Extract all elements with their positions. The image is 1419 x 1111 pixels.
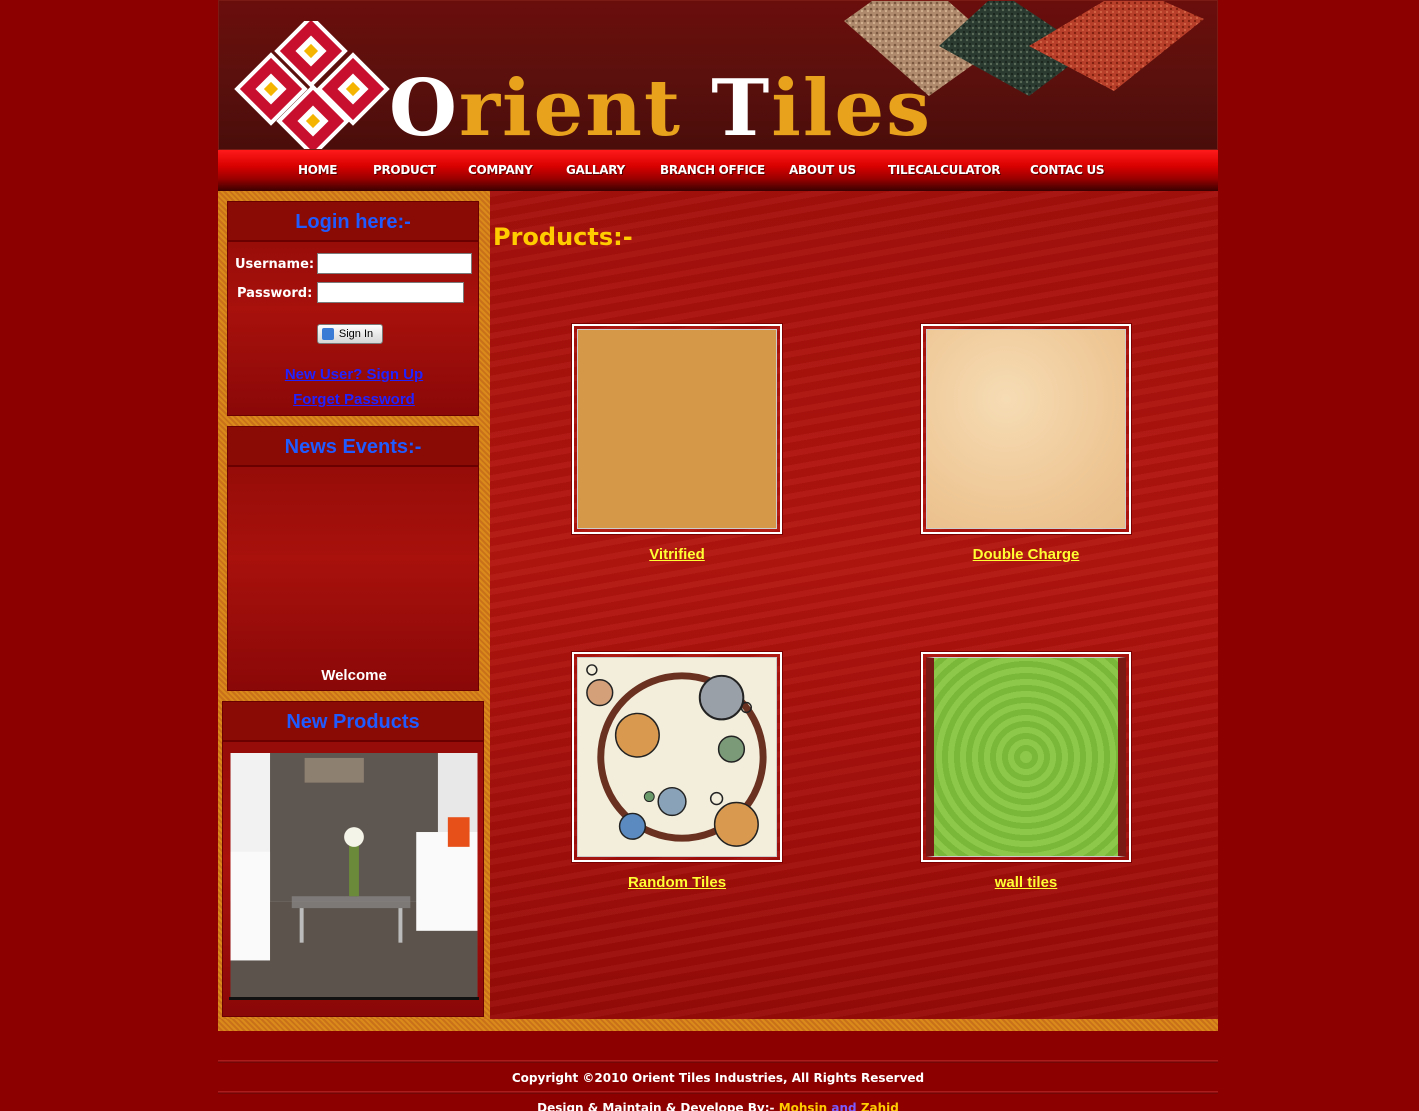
nav-gallary[interactable]: GALLARY [566,163,625,177]
logo-diamonds-icon [234,21,390,149]
new-products-panel: New Products [222,701,484,1017]
password-label: Password: [237,286,313,301]
news-panel: News Events:- Welcome [227,426,479,691]
product-tile-vitrified[interactable] [572,324,782,534]
brand-initial-2: T [711,63,772,150]
granite-swatches-image [844,1,1204,96]
login-title: Login here:- [228,202,478,242]
signup-link[interactable]: New User? Sign Up [228,366,480,383]
products-heading: Products:- [493,223,633,251]
nav-company[interactable]: COMPANY [468,163,533,177]
main-nav: HOME PRODUCT COMPANY GALLARY BRANCH OFFI… [218,150,1218,191]
footer-divider-top [218,1060,1218,1063]
username-label: Username: [235,257,315,272]
product-link-wall-tiles[interactable]: wall tiles [896,874,1156,891]
random-tiles-swatch [577,657,777,857]
footer-divider-bottom [218,1091,1218,1094]
sidebar: Login here:- Username: Password: Sign In… [218,191,490,1021]
nav-contact-us[interactable]: CONTAC US [1030,163,1105,177]
product-link-vitrified[interactable]: Vitrified [547,546,807,563]
design-prefix: Design & Maintain & Develope By:- [537,1101,775,1111]
new-product-room-image[interactable] [229,753,479,1000]
product-tile-double-charge[interactable] [921,324,1131,534]
product-tile-random-tiles[interactable] [572,652,782,862]
content-bottom-border [218,1019,1218,1031]
username-input[interactable] [317,253,472,274]
designer-and: and [831,1101,857,1111]
product-link-double-charge[interactable]: Double Charge [896,546,1156,563]
sign-in-icon [322,328,334,340]
copyright-text: Copyright ©2010 Orient Tiles Industries,… [511,1071,925,1085]
sign-in-label: Sign In [338,328,374,340]
product-tile-wall-tiles[interactable] [921,652,1131,862]
page-wrapper: Orient Tiles HOME PRODUCT COMPANY GALLAR… [218,0,1218,1111]
double-charge-swatch [926,329,1126,529]
login-panel: Login here:- Username: Password: Sign In… [227,201,479,416]
brand-initial: O [389,63,459,150]
nav-about-us[interactable]: ABOUT US [789,163,856,177]
wall-tiles-swatch [926,657,1126,857]
vitrified-swatch [577,329,777,529]
nav-home[interactable]: HOME [298,163,337,177]
designer-name-1[interactable]: Mohsin [779,1101,828,1111]
password-input[interactable] [317,282,464,303]
news-welcome: Welcome [321,667,387,684]
main-content: Products:- Vitrified Double Charge Rando… [490,191,1218,1019]
nav-product[interactable]: PRODUCT [373,163,436,177]
site-header: Orient Tiles [218,0,1218,150]
product-link-random-tiles[interactable]: Random Tiles [547,874,807,891]
nav-tilecalculator[interactable]: TILECALCULATOR [888,163,1001,177]
nav-branch-office[interactable]: BRANCH OFFICE [660,163,765,177]
sign-in-button[interactable]: Sign In [317,324,383,344]
designer-name-2[interactable]: Zahid [861,1101,899,1111]
brand-rest: rient [458,63,712,150]
forget-password-link[interactable]: Forget Password [228,391,480,408]
news-title: News Events:- [228,427,478,467]
design-credit: Design & Maintain & Develope By:- Mohsin… [218,1101,1218,1111]
new-products-title: New Products [223,702,483,742]
